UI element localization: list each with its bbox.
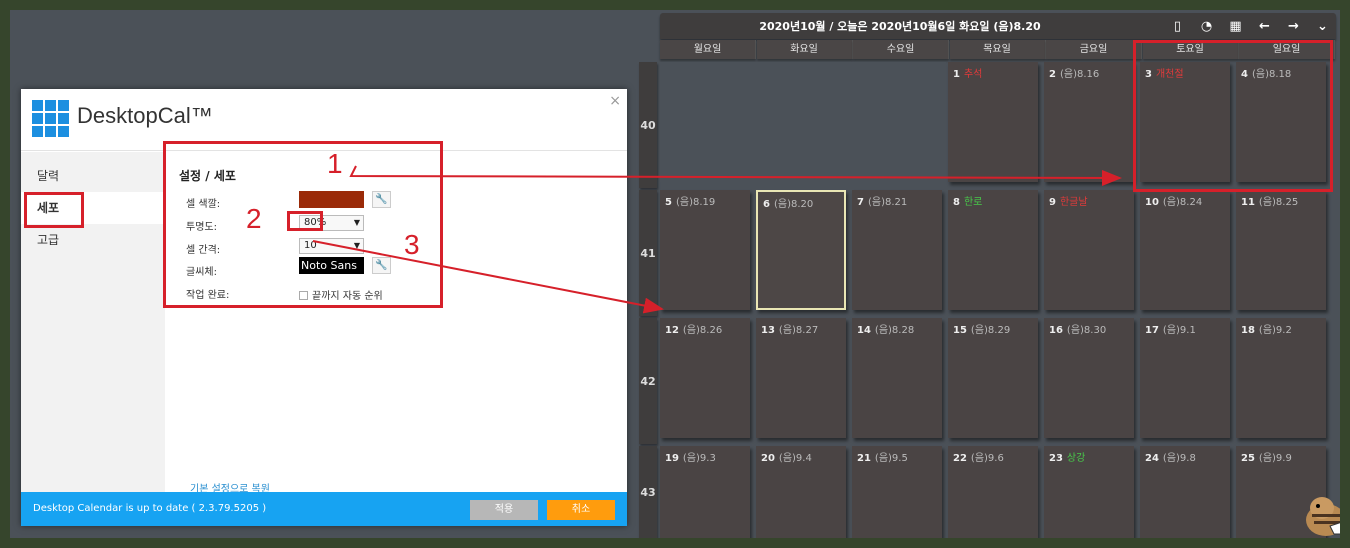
annotation-arrow <box>312 240 664 314</box>
desktop: 2020년10월 / 오늘은 2020년10월6일 화요일 (음)8.20 ▯ … <box>10 10 1340 538</box>
annotation-arrow <box>349 165 1122 186</box>
annotation-arrows <box>312 165 1122 314</box>
chipmunk-mascot-icon <box>1306 497 1340 536</box>
